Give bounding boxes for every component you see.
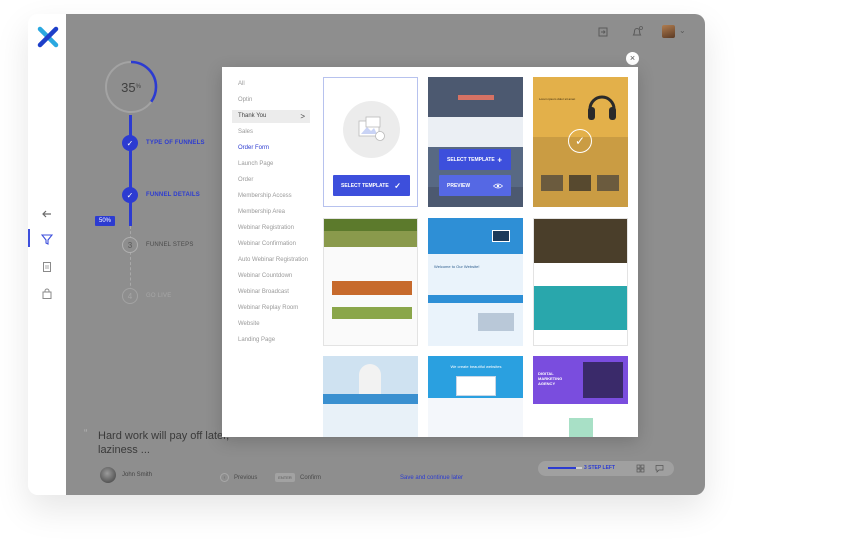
preview-button[interactable]: PREVIEW xyxy=(439,175,511,196)
category-membership-area[interactable]: Membership Area xyxy=(232,206,310,219)
category-webinar-confirmation[interactable]: Webinar Confirmation xyxy=(232,238,310,251)
category-order[interactable]: Order xyxy=(232,174,310,187)
template-card-nature[interactable] xyxy=(533,218,628,346)
author-avatar xyxy=(100,467,116,483)
template-thumb-photo xyxy=(478,313,514,331)
template-card-medical[interactable] xyxy=(323,356,418,437)
category-order-form[interactable]: Order Form xyxy=(232,142,310,155)
back-arrow-icon[interactable] xyxy=(39,206,55,222)
confirm-button[interactable]: Confirm xyxy=(300,475,321,481)
step-label: FUNNEL DETAILS xyxy=(146,192,200,198)
template-thumb-device xyxy=(492,230,510,242)
enter-key-hint: ENTER xyxy=(275,473,295,482)
template-thumb-heading: We create beautiful websites xyxy=(450,364,502,369)
template-thumb-block xyxy=(569,418,593,437)
chevron-down-icon[interactable]: ⌄ xyxy=(679,26,686,35)
steps-progress-bar xyxy=(548,467,576,469)
overall-progress-percent: 35% xyxy=(121,79,141,95)
icon-rail xyxy=(28,14,66,495)
step-label: TYPE OF FUNNELS xyxy=(146,140,205,146)
category-webinar-countdown[interactable]: Webinar Countdown xyxy=(232,270,310,283)
template-card-headphones[interactable]: Lorem ipsum dolor sit amet ✓ xyxy=(533,77,628,207)
eye-icon xyxy=(493,183,503,188)
app-logo-icon[interactable] xyxy=(37,26,59,48)
step-number: 3 xyxy=(122,237,138,253)
template-thumb-photo xyxy=(541,175,563,191)
category-webinar-registration[interactable]: Webinar Registration xyxy=(232,222,310,235)
category-landing-page[interactable]: Landing Page xyxy=(232,334,310,347)
template-thumb-title: DIGITAL MARKETING AGENCY xyxy=(538,371,563,386)
template-thumb-banner xyxy=(324,231,417,247)
modal-close-button[interactable]: × xyxy=(626,52,639,65)
document-icon[interactable] xyxy=(39,259,55,275)
hover-select-template-button[interactable]: SELECT TEMPLATE + xyxy=(439,149,511,170)
step-number: 4 xyxy=(122,288,138,304)
quote-author: John Smith xyxy=(122,472,153,478)
category-launch-page[interactable]: Launch Page xyxy=(232,158,310,171)
chat-icon[interactable] xyxy=(655,464,664,473)
template-thumb-header xyxy=(324,219,417,231)
template-card-restaurant[interactable] xyxy=(323,218,418,346)
category-all[interactable]: All xyxy=(232,78,310,91)
category-website[interactable]: Website xyxy=(232,318,310,331)
category-webinar-broadcast[interactable]: Webinar Broadcast xyxy=(232,286,310,299)
import-icon[interactable] xyxy=(594,23,612,41)
template-thumb-food xyxy=(332,281,412,295)
steps-left-pill: 3 STEP LEFT xyxy=(538,461,674,476)
template-modal: All Optin Thank You > Sales Order Form La… xyxy=(222,67,638,437)
select-template-button[interactable]: SELECT TEMPLATE ✓ xyxy=(333,175,410,196)
template-thumb-band xyxy=(323,394,418,404)
quote-mark: “ xyxy=(84,428,88,439)
category-membership-access[interactable]: Membership Access xyxy=(232,190,310,203)
notification-bell-icon[interactable] xyxy=(628,23,646,41)
template-card-digital-agency[interactable]: DIGITAL MARKETING AGENCY xyxy=(533,356,628,437)
steps-left-label: 3 STEP LEFT xyxy=(584,465,616,471)
selected-check-icon: ✓ xyxy=(568,129,592,153)
chevron-right-icon: > xyxy=(300,112,305,121)
user-avatar[interactable] xyxy=(662,25,675,38)
step-progress-badge: 50% xyxy=(95,216,115,226)
headphones-icon xyxy=(588,95,616,120)
template-thumb-hero xyxy=(534,219,627,263)
template-thumb-person xyxy=(359,364,381,394)
grid-icon[interactable] xyxy=(636,464,645,473)
step-label: FUNNEL STEPS xyxy=(146,242,194,248)
template-card-web-agency[interactable]: We create beautiful websites xyxy=(428,356,523,437)
step-2-done-icon: ✓ xyxy=(122,187,138,203)
step-1-done-icon: ✓ xyxy=(122,135,138,151)
blank-template-card[interactable]: SELECT TEMPLATE ✓ xyxy=(323,77,418,207)
template-thumb-photo xyxy=(569,175,591,191)
step-label: GO LIVE xyxy=(146,293,172,299)
funnel-icon[interactable] xyxy=(39,231,55,247)
active-rail-indicator xyxy=(28,229,30,247)
template-card-blue-website[interactable]: Welcome to Our Website! xyxy=(428,218,523,346)
template-thumb-device xyxy=(456,376,496,396)
category-optin[interactable]: Optin xyxy=(232,94,310,107)
category-thank-you[interactable]: Thank You > xyxy=(232,110,310,123)
template-thumb-photo xyxy=(583,362,623,398)
template-thumb-title: Lorem ipsum dolor sit amet xyxy=(539,97,576,101)
template-thumb-band xyxy=(428,295,523,303)
progress-line xyxy=(129,115,132,226)
previous-button[interactable]: Previous xyxy=(234,475,257,481)
check-icon: ✓ xyxy=(394,181,401,190)
shopping-bag-icon[interactable] xyxy=(39,286,55,302)
template-thumb-teal-section xyxy=(534,286,627,330)
template-thumb-cta xyxy=(458,95,494,100)
image-placeholder-icon xyxy=(358,116,385,141)
previous-arrow-icon[interactable]: ‹ xyxy=(220,473,229,482)
template-thumb-food xyxy=(332,307,412,319)
template-thumb-features xyxy=(428,117,523,147)
template-thumb-heading: Welcome to Our Website! xyxy=(434,264,480,269)
template-thumb-photo xyxy=(597,175,619,191)
steps-progress-track xyxy=(576,467,582,469)
plus-icon: + xyxy=(497,155,502,164)
category-auto-webinar-registration[interactable]: Auto Webinar Registration xyxy=(232,254,310,267)
save-later-link[interactable]: Save and continue later xyxy=(400,475,463,481)
category-sales[interactable]: Sales xyxy=(232,126,310,139)
category-webinar-replay-room[interactable]: Webinar Replay Room xyxy=(232,302,310,315)
